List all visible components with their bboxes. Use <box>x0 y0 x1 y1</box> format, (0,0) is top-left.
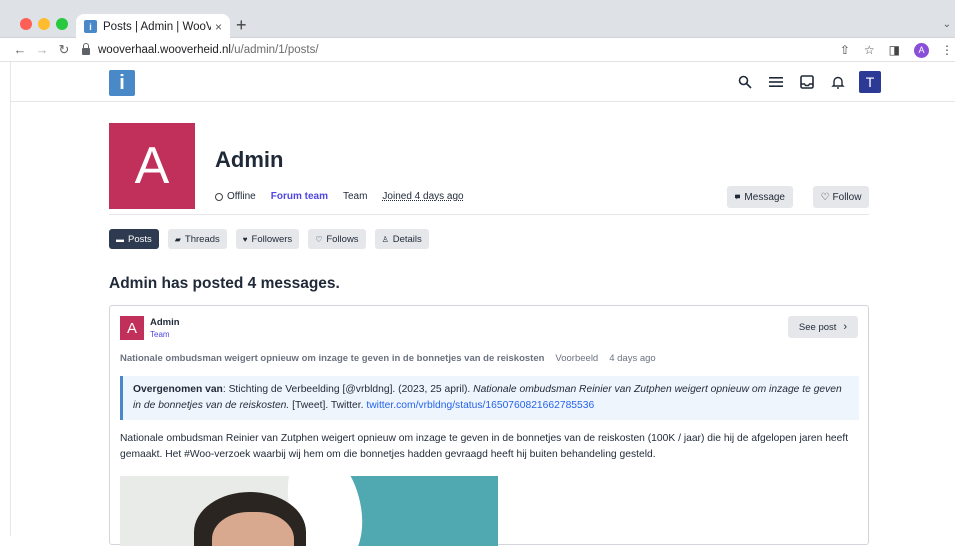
quote-suffix: [Tweet]. Twitter. <box>289 400 367 411</box>
tab-posts[interactable]: ▬ Posts <box>109 229 159 249</box>
status-text: Offline <box>227 191 256 202</box>
site-logo[interactable]: i <box>109 70 135 96</box>
post-card: A Admin Team See post › Nationale ombuds… <box>109 305 869 546</box>
profile-tabs: ▬ Posts ▰ Threads ♥ Followers ♡ Follows ♙ Det… <box>109 229 438 249</box>
message-button[interactable]: Message <box>727 186 793 208</box>
post-author-role: Team <box>150 330 170 339</box>
reload-icon[interactable]: ↻ <box>54 42 74 58</box>
browser-tab[interactable]: i Posts | Admin | WooVerhaal × <box>76 14 230 39</box>
follow-label: Follow <box>832 191 862 203</box>
window-maximize-button[interactable] <box>56 18 68 30</box>
site-header: i T <box>11 62 955 102</box>
tab-follows[interactable]: ♡ Follows <box>308 229 366 249</box>
url-host: wooverhaal.wooverheid.nl <box>98 43 231 56</box>
post-author-name[interactable]: Admin <box>150 317 180 328</box>
post-time: 4 days ago <box>609 353 656 364</box>
speech-bubble-icon: ▬ <box>116 234 124 244</box>
share-icon[interactable]: ⇧ <box>840 43 850 57</box>
page-viewport: i T A Admin Offline Forum team Team Join… <box>10 62 955 546</box>
chevron-right-icon: › <box>843 321 848 333</box>
window-minimize-button[interactable] <box>38 18 50 30</box>
thread-title-link[interactable]: Nationale ombudsman weigert opnieuw om i… <box>120 353 544 364</box>
threads-icon: ▰ <box>174 234 181 244</box>
heart-outline-icon: ♡ <box>315 234 323 244</box>
forward-arrow-icon[interactable]: → <box>32 42 52 57</box>
search-icon[interactable] <box>734 71 756 93</box>
lock-icon <box>82 42 90 55</box>
bookmark-star-icon[interactable]: ☆ <box>864 43 875 57</box>
favicon-icon: i <box>84 20 97 33</box>
tab-label: Threads <box>184 233 220 245</box>
divider <box>109 214 869 215</box>
post-author-avatar[interactable]: A <box>120 316 144 340</box>
offline-status-icon <box>215 192 223 201</box>
back-arrow-icon[interactable]: ← <box>10 42 30 57</box>
thread-category[interactable]: Voorbeeld <box>555 353 598 364</box>
heart-outline-icon: ♡ <box>820 191 830 203</box>
quote-label: Overgenomen van <box>133 384 223 395</box>
inbox-icon[interactable] <box>796 71 818 93</box>
post-body: Nationale ombudsman Reinier van Zutphen … <box>120 433 849 460</box>
message-label: Message <box>744 191 785 203</box>
see-post-button[interactable]: See post › <box>788 316 858 338</box>
bell-icon[interactable] <box>827 71 849 93</box>
tab-label: Followers <box>251 233 293 245</box>
quote-source: : Stichting de Verbeelding [@vrbldng]. (… <box>222 384 474 395</box>
address-bar[interactable]: wooverhaal.wooverheid.nl/u/admin/1/posts… <box>82 40 319 60</box>
side-panel-icon[interactable]: ◨ <box>889 43 900 57</box>
group-link[interactable]: Forum team <box>271 191 328 202</box>
follow-button[interactable]: ♡ Follow <box>813 186 869 208</box>
heart-filled-icon: ♥ <box>242 234 248 244</box>
browser-toolbar: ← → ↻ wooverhaal.wooverheid.nl/u/admin/1… <box>0 38 955 62</box>
tweet-link[interactable]: twitter.com/vrbldng/status/1650760821662… <box>366 400 594 411</box>
role-text: Team <box>342 191 368 202</box>
browser-menu-icon[interactable]: ⋮ <box>941 43 953 57</box>
tab-label: Details <box>392 233 422 245</box>
window-close-button[interactable] <box>20 18 32 30</box>
tab-threads[interactable]: ▰ Threads <box>167 229 227 249</box>
browser-profile-avatar[interactable]: A <box>914 42 929 58</box>
tab-label: Follows <box>326 233 359 245</box>
profile-name: Admin <box>215 147 284 172</box>
browser-tab-strip: i Posts | Admin | WooVerhaal × + ⌄ <box>0 0 955 39</box>
person-icon: ♙ <box>381 234 389 244</box>
new-tab-button[interactable]: + <box>236 16 247 34</box>
see-post-label: See post <box>798 321 837 333</box>
source-quote: Overgenomen van: Stichting de Verbeeldin… <box>120 376 859 420</box>
joined-date: Joined 4 days ago <box>382 191 464 202</box>
profile-avatar: A <box>109 123 195 209</box>
url-path: /u/admin/1/posts/ <box>230 43 319 56</box>
menu-icon[interactable] <box>765 71 787 93</box>
tab-close-icon[interactable]: × <box>215 20 222 34</box>
tab-details[interactable]: ♙ Details <box>374 229 429 249</box>
message-icon <box>735 194 741 200</box>
user-avatar[interactable]: T <box>859 71 881 93</box>
profile-meta: Offline Forum team Team Joined 4 days ag… <box>215 191 464 202</box>
tab-title: Posts | Admin | WooVerhaal <box>103 20 211 33</box>
tab-list-chevron-icon[interactable]: ⌄ <box>943 19 951 30</box>
thread-info: Nationale ombudsman weigert opnieuw om i… <box>120 353 656 364</box>
posts-heading: Admin has posted 4 messages. <box>109 275 340 292</box>
tab-followers[interactable]: ♥ Followers <box>235 229 300 249</box>
tab-label: Posts <box>128 233 152 245</box>
